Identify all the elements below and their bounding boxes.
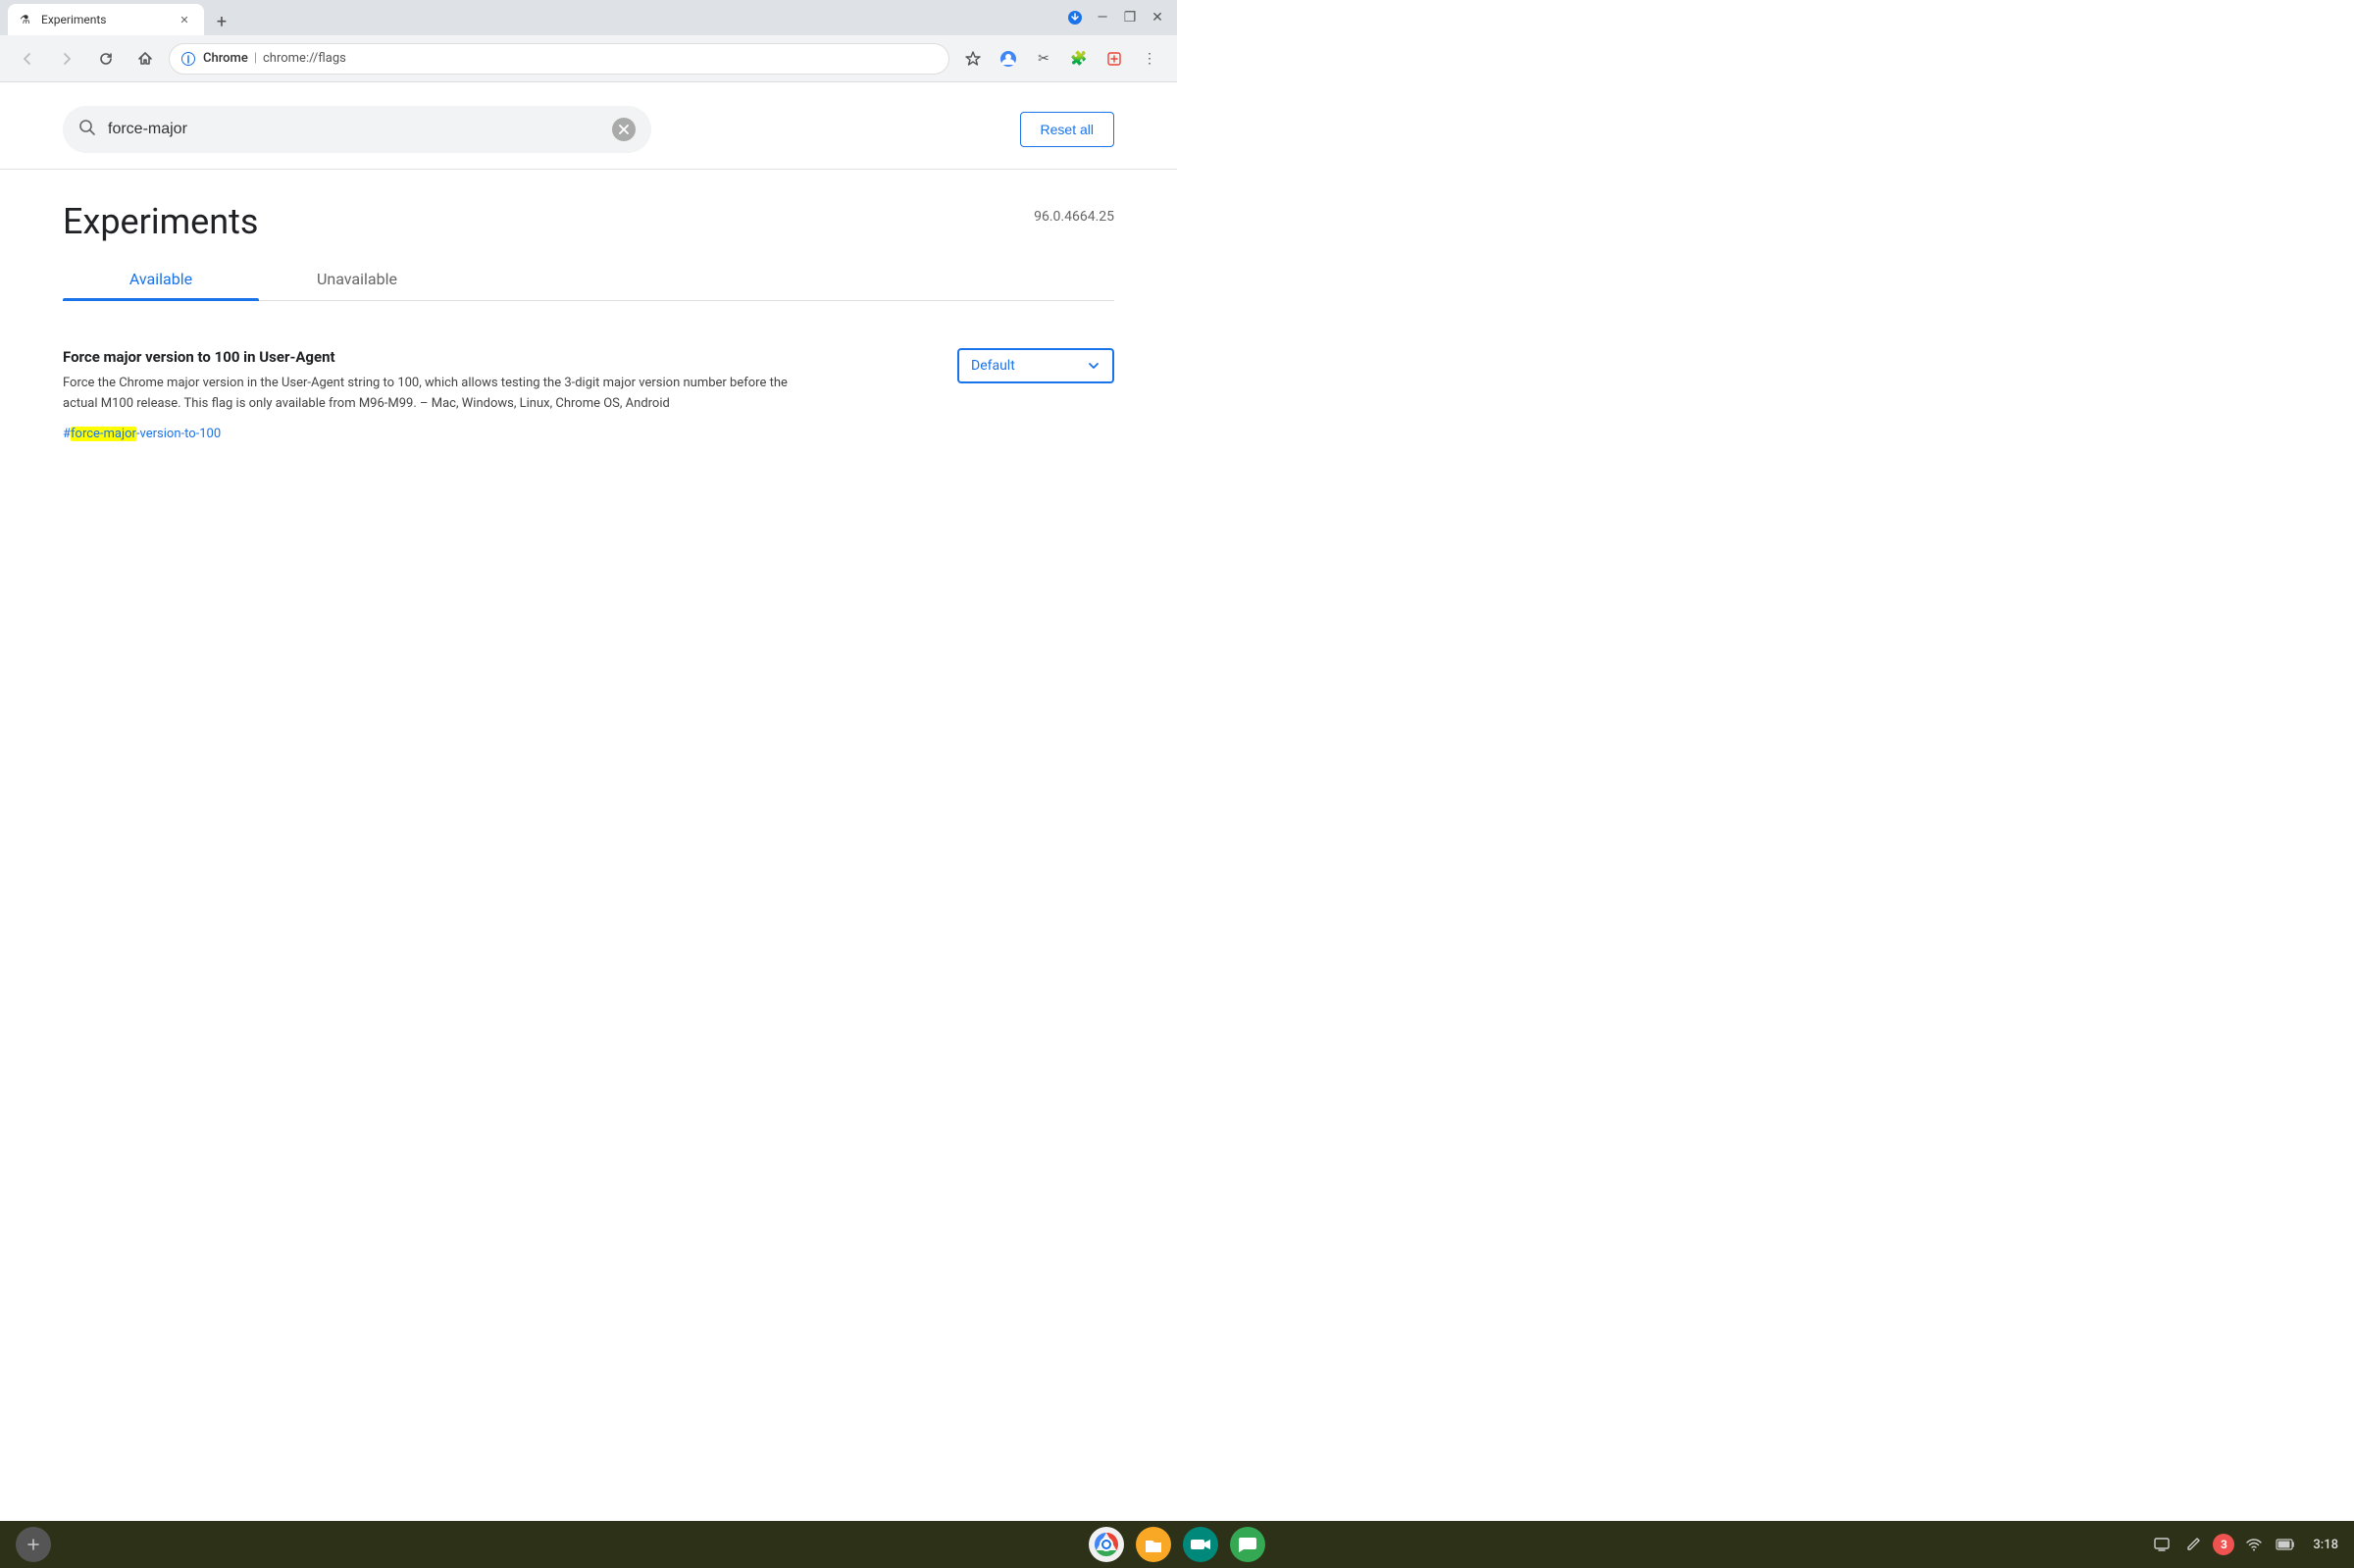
taskbar-app-meet[interactable] (1181, 1525, 1220, 1564)
menu-icon[interactable]: ⋮ (1134, 43, 1165, 75)
dropdown-chevron-icon (1087, 359, 1100, 373)
wifi-icon[interactable] (2242, 1533, 2266, 1556)
screen-capture-icon[interactable] (2150, 1533, 2174, 1556)
home-button[interactable] (129, 43, 161, 75)
tab-strip: ⚗ Experiments ✕ + (8, 0, 1063, 35)
active-tab[interactable]: ⚗ Experiments ✕ (8, 4, 204, 35)
toolbar: Chrome | chrome://flags ✂ 🧩 (0, 35, 1177, 82)
tab-unavailable[interactable]: Unavailable (259, 258, 455, 300)
address-path: chrome://flags (263, 51, 346, 66)
address-domain: Chrome (203, 51, 248, 66)
bookmark-star-icon[interactable] (957, 43, 989, 75)
address-bar[interactable]: Chrome | chrome://flags (169, 43, 949, 75)
site-info-icon (181, 52, 195, 66)
maximize-button[interactable]: ❐ (1118, 6, 1142, 29)
search-box (63, 106, 651, 153)
tab-close-button[interactable]: ✕ (177, 12, 192, 27)
page-header: Experiments 96.0.4664.25 (63, 170, 1114, 258)
taskbar: 3 3:18 (0, 1521, 2354, 1568)
flag-link[interactable]: #force-major-version-to-100 (63, 427, 221, 441)
flag-dropdown[interactable]: Default (957, 348, 1114, 383)
flag-entry: Force major version to 100 in User-Agent… (63, 325, 1114, 465)
new-tab-button[interactable]: + (208, 8, 235, 35)
tab-favicon: ⚗ (20, 13, 33, 26)
reset-all-button[interactable]: Reset all (1020, 112, 1114, 147)
window-controls: — ❐ ✕ (1063, 6, 1169, 29)
flag-content: Force major version to 100 in User-Agent… (63, 348, 808, 441)
title-bar: ⚗ Experiments ✕ + — ❐ ✕ (0, 0, 1177, 35)
address-separator: | (254, 51, 257, 66)
tab-title: Experiments (41, 13, 169, 26)
page-title: Experiments (63, 201, 258, 242)
clock: 3:18 (2313, 1538, 2338, 1552)
notification-badge[interactable]: 3 (2213, 1534, 2234, 1555)
search-clear-button[interactable] (612, 118, 636, 141)
battery-icon[interactable] (2274, 1533, 2297, 1556)
puzzle-icon[interactable]: 🧩 (1063, 43, 1095, 75)
download-icon[interactable] (1063, 6, 1087, 29)
extension-icon[interactable] (1099, 43, 1130, 75)
reload-button[interactable] (90, 43, 122, 75)
tabs-container: Available Unavailable (63, 258, 1114, 301)
flag-title: Force major version to 100 in User-Agent (63, 348, 808, 366)
taskbar-launcher-button[interactable] (16, 1527, 51, 1562)
version-text: 96.0.4664.25 (1034, 209, 1114, 225)
profile-icon[interactable] (993, 43, 1024, 75)
taskbar-app-chrome[interactable] (1087, 1525, 1126, 1564)
flag-dropdown-value: Default (971, 358, 1015, 374)
taskbar-app-files[interactable] (1134, 1525, 1173, 1564)
flag-link-highlight: force-major (71, 427, 136, 441)
page-content: Reset all Experiments 96.0.4664.25 Avail… (0, 82, 1177, 784)
search-icon (78, 119, 96, 141)
main-area: Experiments 96.0.4664.25 Available Unava… (0, 170, 1177, 465)
taskbar-right-icons: 3 (2150, 1533, 2297, 1556)
flag-link-suffix: -version-to-100 (136, 427, 221, 441)
taskbar-left (16, 1527, 51, 1562)
toolbar-actions: ✂ 🧩 ⋮ (957, 43, 1165, 75)
search-input[interactable] (108, 121, 600, 138)
taskbar-app-chat[interactable] (1228, 1525, 1267, 1564)
address-text: Chrome | chrome://flags (203, 51, 346, 66)
close-button[interactable]: ✕ (1146, 6, 1169, 29)
flag-description: Force the Chrome major version in the Us… (63, 374, 808, 415)
tab-available[interactable]: Available (63, 258, 259, 300)
stylus-icon[interactable] (2181, 1533, 2205, 1556)
scissors-icon[interactable]: ✂ (1028, 43, 1059, 75)
forward-button[interactable] (51, 43, 82, 75)
minimize-button[interactable]: — (1091, 6, 1114, 29)
back-button[interactable] (12, 43, 43, 75)
taskbar-right: 3 3:18 (2150, 1533, 2338, 1556)
search-area: Reset all (0, 82, 1177, 153)
taskbar-center (1087, 1525, 1267, 1564)
flag-link-prefix: # (63, 427, 71, 441)
